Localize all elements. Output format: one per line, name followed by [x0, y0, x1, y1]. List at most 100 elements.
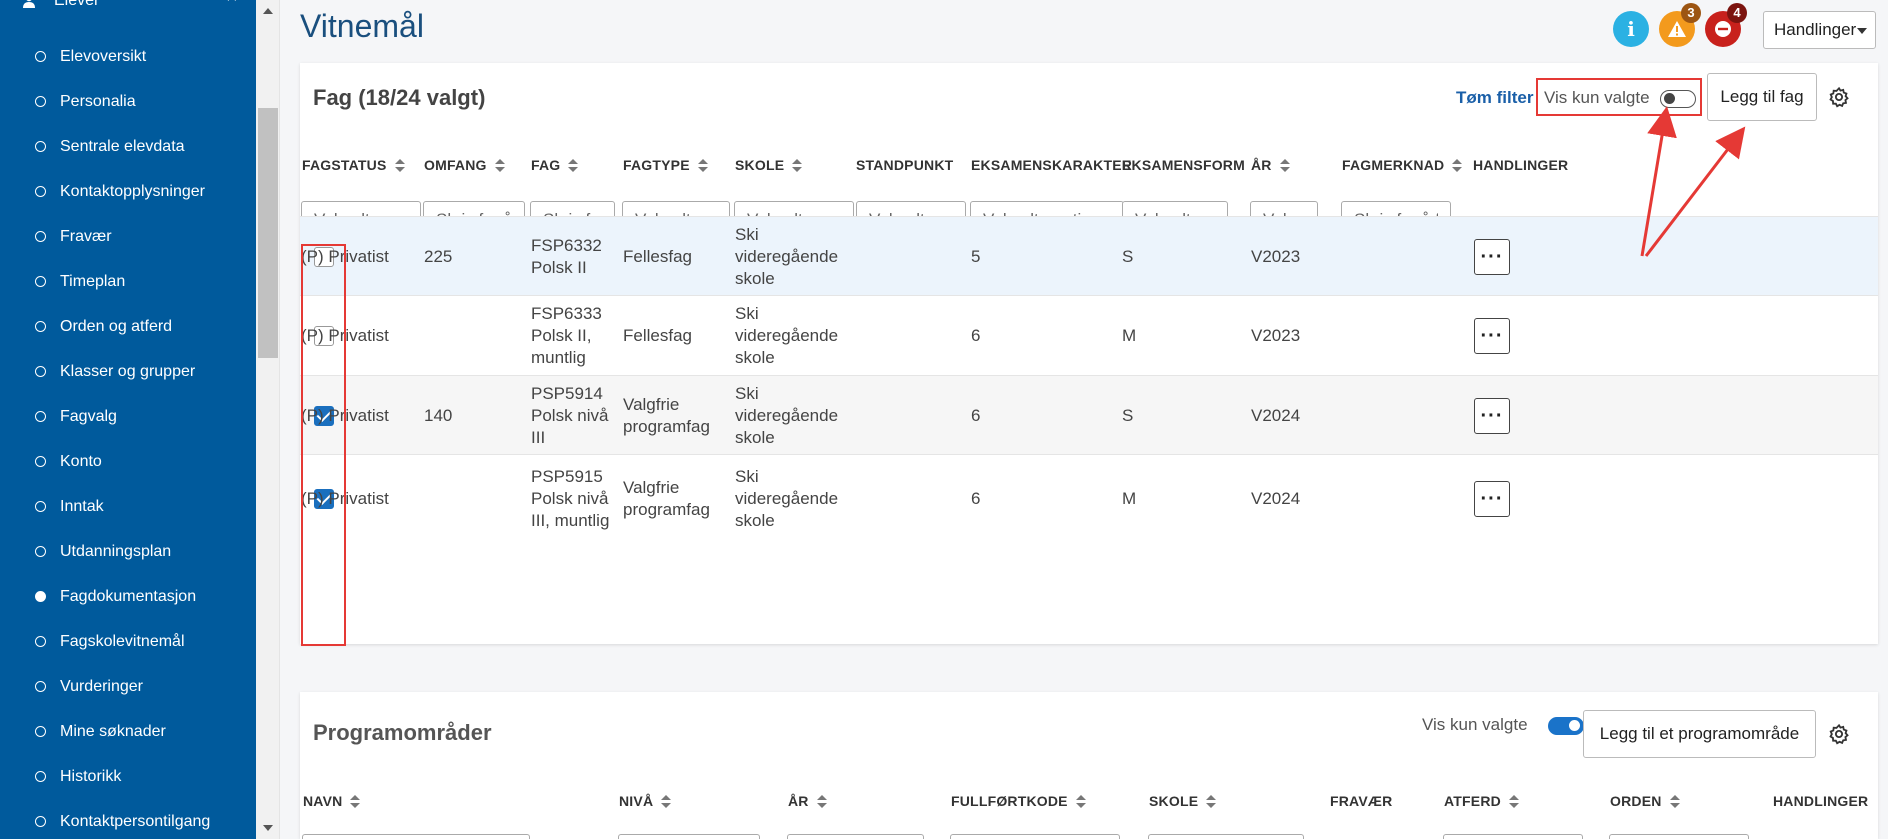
- add-programomrade-button[interactable]: Legg til et programområde: [1583, 710, 1816, 758]
- filter-atferd-select[interactable]: [1443, 834, 1583, 839]
- col-header-skole[interactable]: SKOLE: [735, 157, 803, 173]
- sort-icon[interactable]: [494, 159, 505, 173]
- info-icon[interactable]: i: [1613, 11, 1649, 47]
- filter-navn-input[interactable]: [302, 834, 530, 839]
- col-header-fagtype[interactable]: FAGTYPE: [623, 157, 708, 173]
- filter-fullfortkode-select[interactable]: [950, 834, 1120, 839]
- sort-icon[interactable]: [1075, 795, 1086, 809]
- col-header-orden[interactable]: ORDEN: [1610, 793, 1680, 809]
- col-header-fullfortkode[interactable]: FULLFØRTKODE: [951, 793, 1086, 809]
- col-header-standpunkt[interactable]: STANDPUNKT: [856, 157, 953, 173]
- cell-skole: Ski videregående skole: [735, 224, 838, 290]
- sort-icon[interactable]: [394, 159, 405, 173]
- table-row: (P) Privatist 225 FSP6332 Polsk II Fellesfag…: [300, 216, 1878, 296]
- cell-line: Polsk nivå: [531, 406, 609, 425]
- circle-icon: [35, 51, 46, 62]
- sort-icon[interactable]: [661, 795, 672, 809]
- col-header-fagmerknad[interactable]: FAGMERKNAD: [1342, 157, 1463, 173]
- sidebar-item-personalia[interactable]: Personalia: [0, 79, 256, 124]
- circle-icon: [35, 321, 46, 332]
- cell-fag: FSP6333 Polsk II, muntlig: [531, 303, 602, 369]
- sort-icon[interactable]: [1452, 159, 1463, 173]
- gear-icon[interactable]: [1828, 86, 1850, 108]
- sidebar-item-elevoversikt[interactable]: Elevoversikt: [0, 34, 256, 79]
- filter-niva-select[interactable]: [618, 834, 760, 839]
- sidebar-item-historikk[interactable]: Historikk: [0, 754, 256, 799]
- row-actions-button[interactable]: ···: [1474, 398, 1510, 434]
- col-header-fagstatus[interactable]: FAGSTATUS: [302, 157, 405, 173]
- add-fag-button[interactable]: Legg til fag: [1707, 73, 1817, 121]
- sidebar-item-klasser-og-grupper[interactable]: Klasser og grupper: [0, 349, 256, 394]
- col-header-atferd[interactable]: ATFERD: [1444, 793, 1519, 809]
- sidebar-item-kontaktopplysninger[interactable]: Kontaktopplysninger: [0, 169, 256, 214]
- col-header-ar[interactable]: ÅR: [1251, 157, 1290, 173]
- scroll-up-icon[interactable]: [263, 8, 273, 14]
- sidebar-item-fagdokumentasjon[interactable]: Fagdokumentasjon: [0, 574, 256, 619]
- sort-icon[interactable]: [1508, 795, 1519, 809]
- col-header-ar[interactable]: ÅR: [788, 793, 827, 809]
- sidebar-scrollbar[interactable]: [256, 0, 280, 839]
- col-header-skole[interactable]: SKOLE: [1149, 793, 1217, 809]
- sidebar-item-label: Fagdokumentasjon: [60, 588, 197, 605]
- sidebar-item-label: Sentrale elevdata: [60, 138, 185, 155]
- caret-down-icon: [1857, 28, 1867, 34]
- col-header-eksamensform[interactable]: EKSAMENSFORM: [1122, 157, 1245, 173]
- col-header-fag[interactable]: FAG: [531, 157, 579, 173]
- cell-eksamenskarakter: 6: [971, 489, 981, 508]
- row-actions-button[interactable]: ···: [1474, 239, 1510, 275]
- toggle-knob: [1569, 720, 1580, 731]
- sidebar-item-kontaktpersontilgang[interactable]: Kontaktpersontilgang: [0, 799, 256, 839]
- sidebar-item-fagvalg[interactable]: Fagvalg: [0, 394, 256, 439]
- circle-icon: [35, 501, 46, 512]
- sidebar-item-konto[interactable]: Konto: [0, 439, 256, 484]
- gear-icon[interactable]: [1828, 723, 1850, 745]
- show-selected-toggle[interactable]: [1548, 717, 1584, 735]
- sort-icon[interactable]: [792, 159, 803, 173]
- filter-skole-select[interactable]: [1148, 834, 1304, 839]
- row-actions-button[interactable]: ···: [1474, 318, 1510, 354]
- cell-eksamenskarakter: 6: [971, 406, 981, 425]
- warning-icon[interactable]: 3: [1659, 3, 1701, 47]
- sort-icon[interactable]: [697, 159, 708, 173]
- scrollbar-thumb[interactable]: [258, 108, 278, 358]
- sidebar-item-mine-søknader[interactable]: Mine søknader: [0, 709, 256, 754]
- sidebar-item-fagskolevitnemål[interactable]: Fagskolevitnemål: [0, 619, 256, 664]
- row-actions-button[interactable]: ···: [1474, 481, 1510, 517]
- sort-icon[interactable]: [1206, 795, 1217, 809]
- filter-orden-select[interactable]: [1609, 834, 1749, 839]
- sort-icon[interactable]: [568, 159, 579, 173]
- show-selected-toggle[interactable]: [1660, 90, 1696, 108]
- circle-icon: [35, 636, 46, 647]
- fag-panel: Fag (18/24 valgt) Tøm filter Vis kun val…: [300, 63, 1878, 646]
- sidebar-item-timeplan[interactable]: Timeplan: [0, 259, 256, 304]
- error-icon[interactable]: 4: [1705, 3, 1747, 47]
- col-label: ORDEN: [1610, 793, 1662, 809]
- scroll-down-icon[interactable]: [263, 825, 273, 831]
- sort-icon[interactable]: [1669, 795, 1680, 809]
- sort-icon[interactable]: [350, 795, 361, 809]
- collapse-icon[interactable]: ×: [226, 0, 238, 9]
- sidebar-item-inntak[interactable]: Inntak: [0, 484, 256, 529]
- sidebar-item-orden-og-atferd[interactable]: Orden og atferd: [0, 304, 256, 349]
- sidebar-section-header[interactable]: Elever ×: [0, 0, 256, 14]
- col-header-handlinger: HANDLINGER: [1473, 157, 1568, 173]
- show-selected-label: Vis kun valgte: [1544, 88, 1650, 107]
- filter-ar-select[interactable]: [787, 834, 924, 839]
- col-header-niva[interactable]: NIVÅ: [619, 793, 672, 809]
- col-header-eksamenskarakter[interactable]: EKSAMENSKARAKTER: [971, 157, 1132, 173]
- col-header-fravaer[interactable]: FRAVÆR: [1330, 793, 1392, 809]
- sidebar-item-label: Kontaktpersontilgang: [60, 813, 211, 830]
- clear-filter-link[interactable]: Tøm filter: [1456, 88, 1533, 108]
- actions-menu-button[interactable]: Handlinger: [1763, 11, 1876, 49]
- sidebar-item-vurderinger[interactable]: Vurderinger: [0, 664, 256, 709]
- sidebar-item-label: Elevoversikt: [60, 48, 147, 65]
- sidebar-item-fravær[interactable]: Fravær: [0, 214, 256, 259]
- cell-ar: V2023: [1251, 326, 1301, 345]
- col-header-navn[interactable]: NAVN: [303, 793, 361, 809]
- sort-icon[interactable]: [816, 795, 827, 809]
- sidebar-item-sentrale-elevdata[interactable]: Sentrale elevdata: [0, 124, 256, 169]
- sidebar-item-utdanningsplan[interactable]: Utdanningsplan: [0, 529, 256, 574]
- col-header-omfang[interactable]: OMFANG: [424, 157, 505, 173]
- cell-line: muntlig: [531, 348, 586, 367]
- sort-icon[interactable]: [1279, 159, 1290, 173]
